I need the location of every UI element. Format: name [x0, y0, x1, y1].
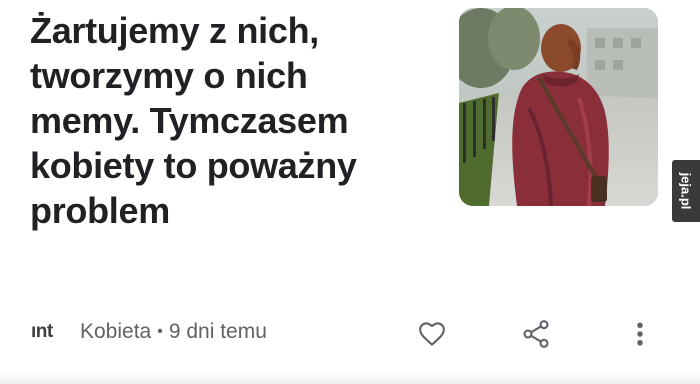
source-logo[interactable]: ınt [31, 321, 53, 343]
woman-photo-image [459, 8, 658, 206]
more-options-button[interactable] [622, 316, 658, 352]
card-footer: ınt Kobieta • 9 dni temu [0, 312, 700, 356]
share-button[interactable] [518, 316, 554, 352]
time-ago: 9 dni temu [168, 320, 267, 343]
title-line: memy. Tymczasem [30, 100, 349, 141]
watermark-text: jeja.pl [678, 172, 694, 210]
meta-separator: • [157, 323, 163, 340]
article-title[interactable]: Żartujemy z nich, tworzymy o nich memy. … [30, 8, 430, 233]
jeja-watermark: jeja.pl [672, 160, 700, 222]
heart-icon [419, 322, 445, 346]
more-vert-icon [637, 322, 643, 346]
news-card[interactable]: Żartujemy z nich, tworzymy o nich memy. … [0, 0, 700, 384]
title-line: problem [30, 190, 170, 231]
title-line: tworzymy o nich [30, 55, 308, 96]
share-icon [523, 320, 549, 348]
bottom-divider [0, 372, 700, 384]
article-thumbnail[interactable] [459, 8, 658, 206]
title-line: Żartujemy z nich, [30, 10, 319, 51]
category-label[interactable]: Kobieta [80, 320, 151, 343]
like-button[interactable] [414, 316, 450, 352]
title-line: kobiety to poważny [30, 145, 357, 186]
article-meta: Kobieta • 9 dni temu [80, 320, 267, 344]
